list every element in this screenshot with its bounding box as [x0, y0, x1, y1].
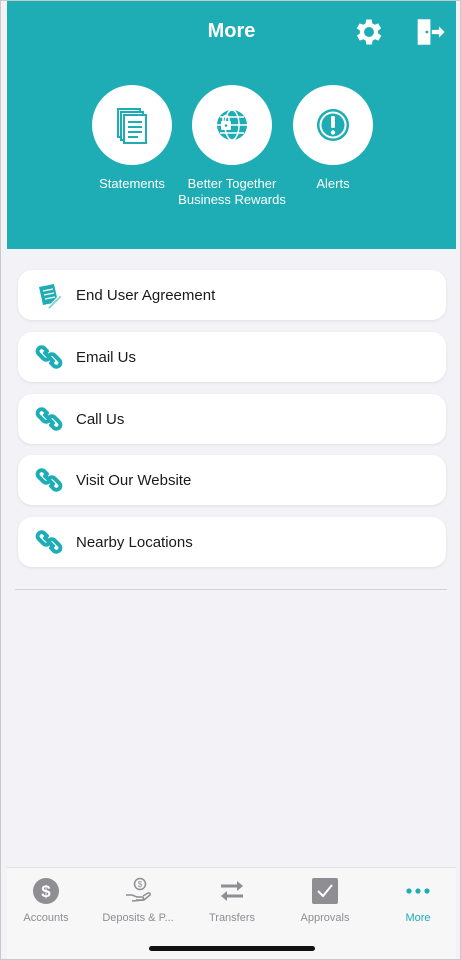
menu-item-email-us[interactable]: Email Us — [18, 332, 446, 382]
menu-item-label: End User Agreement — [76, 286, 216, 304]
quick-action-rewards[interactable]: Better Together Business Rewards — [177, 85, 287, 208]
gear-icon[interactable] — [352, 15, 386, 49]
tab-label: More — [405, 912, 431, 924]
menu-item-nearby-locations[interactable]: Nearby Locations — [18, 517, 446, 567]
tab-deposits[interactable]: $ Deposits & P... — [93, 876, 183, 924]
menu-item-end-user-agreement[interactable]: End User Agreement — [18, 270, 446, 320]
globe-lock-icon — [217, 109, 247, 141]
statements-label: Statements — [99, 176, 165, 191]
link-icon — [35, 530, 63, 554]
tab-label: Deposits & P... — [102, 912, 174, 924]
tab-transfers[interactable]: Transfers — [187, 876, 277, 924]
page-title: More — [207, 20, 256, 42]
alerts-circle — [293, 85, 373, 165]
more-dots-icon — [406, 888, 430, 894]
alerts-label: Alerts — [316, 176, 350, 191]
tab-label: Approvals — [300, 912, 350, 924]
svg-text:$: $ — [138, 880, 143, 889]
home-indicator — [149, 946, 315, 951]
link-icon — [35, 407, 63, 431]
menu-item-call-us[interactable]: Call Us — [18, 394, 446, 444]
app-screen: More Statements Better Together Business… — [0, 0, 461, 960]
menu-item-label: Nearby Locations — [76, 533, 193, 551]
menu-item-label: Visit Our Website — [76, 471, 192, 489]
documents-icon — [117, 108, 147, 144]
divider — [15, 589, 447, 590]
statements-circle — [92, 85, 172, 165]
tab-accounts[interactable]: $ Accounts — [1, 876, 91, 924]
menu-item-label: Call Us — [76, 410, 125, 428]
tab-more[interactable]: More — [373, 876, 460, 924]
menu-item-label: Email Us — [76, 348, 137, 366]
menu-list: End User Agreement Email Us Call Us Visi… — [7, 249, 456, 867]
header: More Statements Better Together Business… — [7, 1, 456, 249]
tab-label: Transfers — [208, 912, 256, 924]
menu-item-visit-website[interactable]: Visit Our Website — [18, 455, 446, 505]
link-icon — [35, 468, 63, 492]
rewards-label: Better Together Business Rewards — [178, 176, 286, 207]
dollar-icon: $ — [33, 878, 59, 904]
tab-approvals[interactable]: Approvals — [280, 876, 370, 924]
link-icon — [35, 345, 63, 369]
svg-text:$: $ — [41, 882, 51, 901]
quick-action-alerts[interactable]: Alerts — [278, 85, 388, 192]
deposit-icon: $ — [126, 877, 151, 902]
transfer-arrows-icon — [221, 881, 243, 901]
checkbox-icon — [312, 878, 338, 904]
agreement-icon — [39, 284, 63, 310]
alert-icon — [317, 109, 349, 141]
rewards-circle — [192, 85, 272, 165]
quick-action-statements[interactable]: Statements — [77, 85, 187, 192]
tab-label: Accounts — [23, 912, 69, 924]
sign-out-icon[interactable] — [412, 15, 446, 49]
